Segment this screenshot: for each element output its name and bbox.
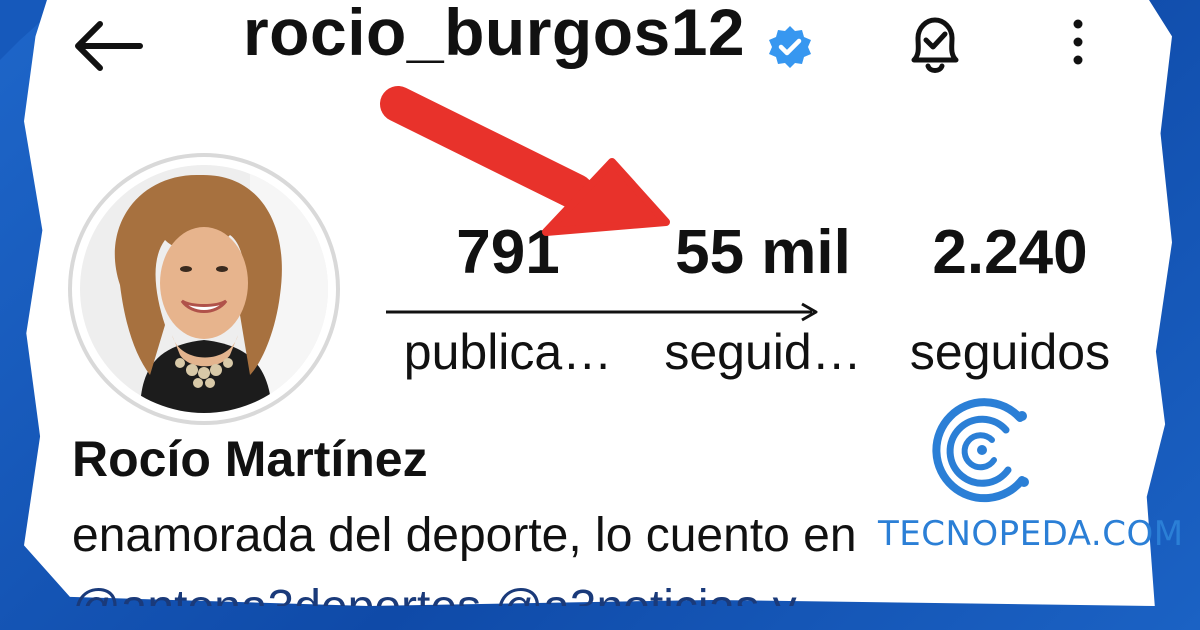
more-vertical-icon[interactable]: [1062, 14, 1094, 70]
tecnopeda-logo-icon: [932, 398, 1029, 503]
display-name: Rocío Martínez: [72, 431, 428, 487]
bio-text: enamorada del deporte, lo cuento en: [72, 509, 857, 562]
red-arrow-annotation: [380, 86, 670, 236]
bio-mentions[interactable]: @antena3deportes @a3noticias y: [72, 580, 972, 606]
bell-icon[interactable]: [900, 10, 970, 80]
followers-label: seguid…: [664, 324, 862, 380]
following-count: 2.240: [932, 218, 1088, 287]
back-arrow-icon[interactable]: [72, 18, 144, 74]
following-count-stat[interactable]: 2.240 seguidos: [890, 218, 1130, 382]
watermark-text: TECNOPEDA.COM: [878, 514, 1184, 554]
underline-arrow-annotation: [386, 302, 818, 322]
followers-count: 55 mil: [675, 218, 851, 287]
posts-label: publica…: [403, 324, 613, 380]
avatar[interactable]: [80, 165, 328, 413]
profile-username: rocio_burgos12: [243, 0, 746, 69]
following-label: seguidos: [909, 324, 1111, 380]
verified-badge-icon: [769, 26, 811, 68]
